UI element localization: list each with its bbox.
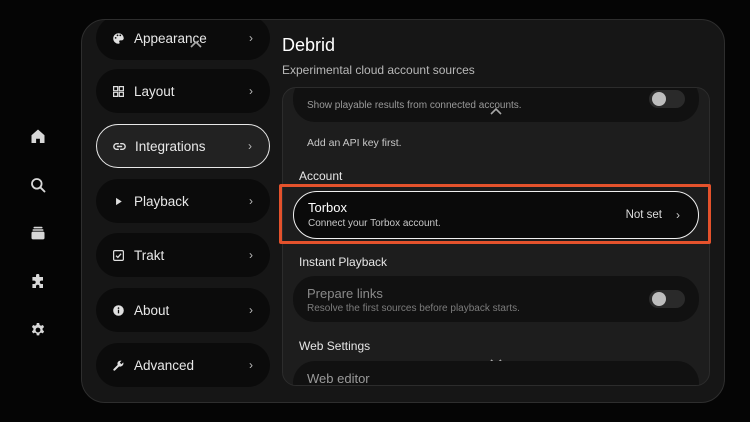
- chevron-right-icon: ›: [249, 84, 253, 98]
- search-icon[interactable]: [28, 175, 48, 195]
- nav-item-playback[interactable]: Playback ›: [96, 179, 270, 223]
- toggle-switch[interactable]: [649, 90, 685, 108]
- nav-item-advanced[interactable]: Advanced ›: [96, 343, 270, 387]
- hint-text: Add an API key first.: [307, 137, 402, 149]
- section-web-settings: Web Settings: [299, 339, 371, 353]
- section-account: Account: [299, 169, 343, 183]
- nav-item-trakt[interactable]: Trakt ›: [96, 233, 270, 277]
- puzzle-icon[interactable]: [28, 272, 48, 292]
- row-description: Resolve the first sources before playbac…: [307, 303, 520, 314]
- prepare-links-row[interactable]: Prepare links Resolve the first sources …: [293, 276, 699, 322]
- focus-highlight: [279, 184, 711, 244]
- grid-icon: [111, 84, 125, 98]
- chevron-right-icon: ›: [249, 248, 253, 262]
- chevron-right-icon: ›: [249, 31, 253, 45]
- link-icon: [112, 139, 126, 153]
- chevron-right-icon: ›: [249, 358, 253, 372]
- row-title: Web editor: [307, 371, 370, 386]
- check-box-icon: [111, 248, 125, 262]
- nav-item-label: Playback: [134, 193, 189, 209]
- wrench-icon: [111, 358, 125, 372]
- chevron-up-icon[interactable]: [489, 106, 503, 116]
- row-title: Prepare links: [307, 286, 383, 301]
- section-instant-playback: Instant Playback: [299, 255, 388, 269]
- nav-item-label: About: [134, 302, 170, 318]
- nav-item-label: Layout: [134, 83, 175, 99]
- chevron-right-icon: ›: [248, 139, 252, 153]
- home-icon[interactable]: [28, 126, 48, 146]
- play-icon: [111, 194, 125, 208]
- settings-nav: Appearance › Layout › Integrations › Pla…: [96, 20, 270, 402]
- chevron-right-icon: ›: [249, 303, 253, 317]
- library-icon[interactable]: [28, 223, 48, 243]
- web-editor-row[interactable]: Web editor: [293, 361, 699, 386]
- palette-icon: [111, 31, 125, 45]
- nav-item-appearance[interactable]: Appearance ›: [96, 20, 270, 60]
- nav-item-layout[interactable]: Layout ›: [96, 69, 270, 113]
- chevron-right-icon: ›: [249, 194, 253, 208]
- page-subtitle: Experimental cloud account sources: [282, 63, 475, 77]
- toggle-switch[interactable]: [649, 290, 685, 308]
- show-results-card[interactable]: Show playable results from connected acc…: [293, 88, 699, 122]
- info-icon: [111, 303, 125, 317]
- nav-item-label: Advanced: [134, 357, 195, 373]
- nav-item-label: Trakt: [134, 247, 165, 263]
- page-title: Debrid: [282, 35, 336, 55]
- gear-icon[interactable]: [28, 320, 48, 340]
- nav-item-about[interactable]: About ›: [96, 288, 270, 332]
- nav-item-integrations[interactable]: Integrations ›: [96, 124, 270, 168]
- nav-item-label: Integrations: [135, 138, 206, 154]
- chevron-up-icon[interactable]: [189, 39, 203, 49]
